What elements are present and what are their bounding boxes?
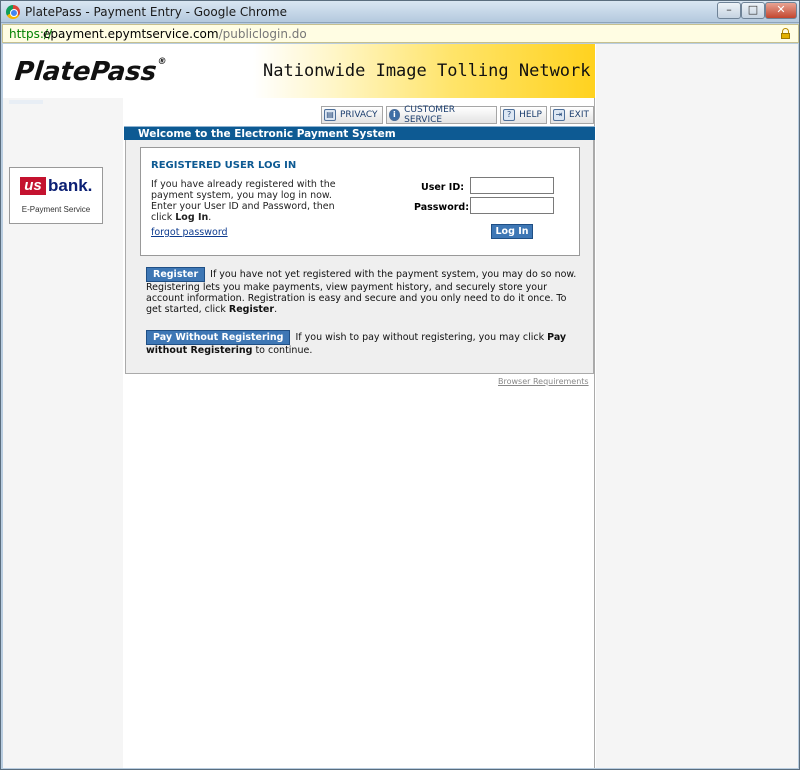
pay-text: If you wish to pay without registering, … — [295, 332, 548, 343]
pay-without-registering-button[interactable]: Pay Without Registering — [146, 330, 291, 345]
nav-customer-service[interactable]: i CUSTOMER SERVICE — [385, 105, 498, 125]
registered-mark: ® — [156, 57, 168, 67]
register-text-end: . — [274, 304, 278, 315]
login-desc-bold: Log In — [175, 212, 209, 223]
forgot-password-link[interactable]: forgot password — [151, 227, 228, 238]
register-text: If you have not yet registered with the … — [146, 269, 577, 315]
sidebar-divider — [9, 100, 43, 104]
window-title: PlatePass - Payment Entry - Google Chrom… — [25, 5, 287, 19]
content-panel: REGISTERED USER LOG IN If you have alrea… — [125, 140, 594, 374]
pay-text-end: to continue. — [252, 345, 313, 356]
page-header: PlatePass® Nationwide Image Tolling Netw… — [3, 44, 595, 98]
usbank-logo-box: us bank. E-Payment Service — [9, 167, 103, 224]
address-bar[interactable]: https:// epayment.epymtservice.com/publi… — [2, 24, 799, 43]
register-text-bold: Register — [228, 304, 275, 315]
welcome-bar: Welcome to the Electronic Payment System — [124, 126, 595, 140]
privacy-icon: ▤ — [324, 109, 336, 121]
left-sidebar: us bank. E-Payment Service — [3, 44, 123, 768]
page-viewport: us bank. E-Payment Service PlatePass® Na… — [3, 44, 798, 768]
nav-privacy[interactable]: ▤ PRIVACY — [321, 106, 383, 124]
chrome-icon — [6, 5, 20, 19]
maximize-button[interactable]: □ — [741, 2, 765, 19]
close-button[interactable]: ✕ — [765, 2, 797, 19]
lock-icon[interactable] — [781, 28, 790, 39]
password-label: Password: — [414, 202, 470, 213]
right-margin — [596, 44, 798, 768]
usbank-subtitle: E-Payment Service — [21, 205, 91, 214]
nav-exit[interactable]: ⇥ EXIT — [549, 106, 594, 124]
exit-icon: ⇥ — [552, 109, 565, 121]
login-description: If you have already registered with the … — [151, 179, 341, 223]
login-box: REGISTERED USER LOG IN If you have alrea… — [140, 147, 580, 256]
platepass-logo-text: PlatePass — [13, 57, 159, 87]
url-text: epayment.epymtservice.com/publiclogin.do — [43, 27, 307, 41]
password-input[interactable] — [470, 197, 554, 214]
nav-privacy-label: PRIVACY — [340, 110, 378, 120]
nav-help[interactable]: ? HELP — [500, 106, 547, 124]
login-title: REGISTERED USER LOG IN — [151, 160, 297, 171]
info-icon: i — [388, 109, 401, 121]
help-icon: ? — [503, 109, 516, 121]
browser-requirements-link[interactable]: Browser Requirements — [498, 377, 589, 386]
title-bar[interactable]: PlatePass - Payment Entry - Google Chrom… — [1, 1, 799, 23]
main-column: PlatePass® Nationwide Image Tolling Netw… — [3, 44, 595, 768]
nav-exit-label: EXIT — [568, 110, 589, 120]
login-button[interactable]: Log In — [491, 224, 533, 239]
browser-window: PlatePass - Payment Entry - Google Chrom… — [0, 0, 800, 770]
register-button[interactable]: Register — [146, 267, 206, 282]
url-host: epayment.epymtservice.com — [43, 27, 219, 41]
userid-label: User ID: — [421, 182, 465, 193]
platepass-logo: PlatePass® — [13, 57, 167, 87]
usbank-logo: us bank. — [20, 176, 94, 197]
login-desc-end: . — [208, 212, 212, 223]
nav-help-label: HELP — [519, 110, 542, 120]
register-section: Register If you have not yet registered w… — [146, 267, 581, 315]
usbank-logo-bank: bank. — [48, 176, 93, 195]
nav-customer-service-label: CUSTOMER SERVICE — [404, 105, 456, 125]
minimize-button[interactable]: – — [717, 2, 741, 19]
usbank-logo-us: us — [20, 177, 46, 195]
top-nav: ▤ PRIVACY i CUSTOMER SERVICE ? HELP ⇥ EX… — [321, 105, 594, 125]
userid-input[interactable] — [470, 177, 554, 194]
pay-section: Pay Without Registering If you wish to pa… — [146, 330, 581, 357]
url-path: /publiclogin.do — [218, 27, 307, 41]
header-tagline: Nationwide Image Tolling Network — [263, 61, 591, 81]
